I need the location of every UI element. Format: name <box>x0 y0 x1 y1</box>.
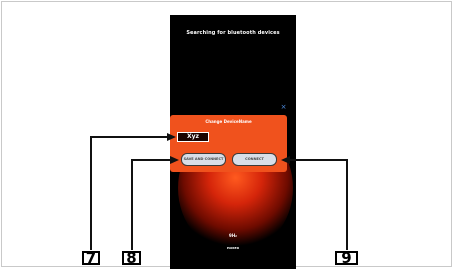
device-status: PAIRED <box>226 246 240 250</box>
callout-7-arrow-icon <box>167 133 176 141</box>
callout-9-vertical <box>346 159 348 250</box>
callout-8-vertical <box>131 159 133 250</box>
save-and-connect-button[interactable]: SAVE AND CONNECT <box>181 153 226 166</box>
device-name-input[interactable]: Xyz <box>177 132 209 142</box>
callout-label-8: 8 <box>122 251 141 266</box>
close-icon[interactable]: × <box>280 104 287 111</box>
callout-8-arrow-icon <box>170 156 179 164</box>
device-value: 9H₂ <box>229 233 237 238</box>
connect-button[interactable]: CONNECT <box>232 153 277 166</box>
callout-9-horizontal <box>289 159 348 161</box>
callout-7-vertical <box>90 136 92 250</box>
callout-9-arrow-icon <box>281 156 290 164</box>
callout-label-9: 9 <box>335 251 358 266</box>
callout-8-horizontal <box>131 159 171 161</box>
callout-7-horizontal <box>90 136 168 138</box>
callout-label-7: 7 <box>82 251 100 266</box>
dialog-title: Change DeviceName <box>205 119 252 124</box>
screen-title: Searching for bluetooth devices <box>186 30 280 36</box>
change-device-name-dialog: Change DeviceName Xyz SAVE AND CONNECT C… <box>170 115 287 172</box>
